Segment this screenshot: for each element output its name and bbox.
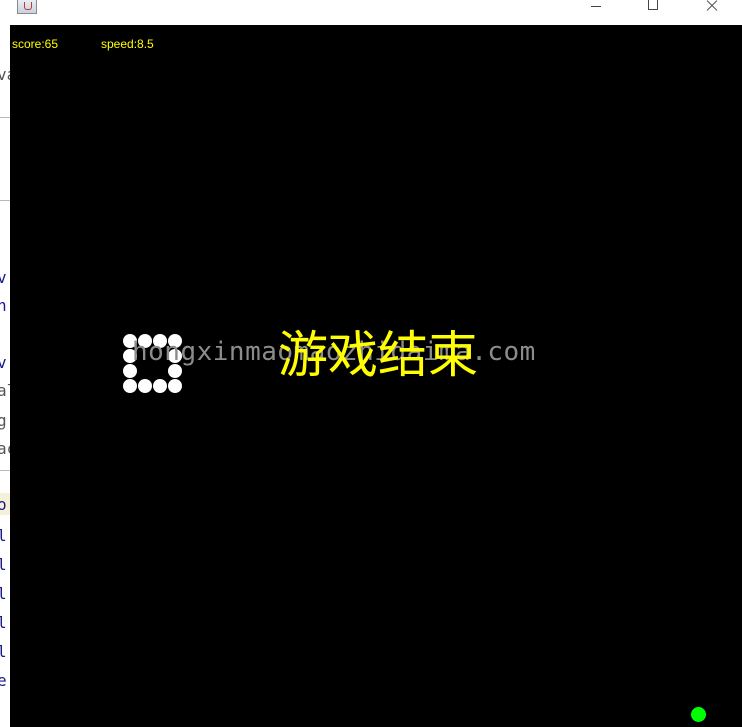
background-divider bbox=[0, 200, 10, 201]
background-text-fragment: e bbox=[0, 671, 7, 690]
background-text-fragment: n bbox=[0, 296, 7, 315]
background-text-fragment: al bbox=[0, 381, 10, 400]
title-bar[interactable] bbox=[0, 0, 742, 25]
game-canvas[interactable]: score:65 speed:8.5 hongxinmaomaozhidaima… bbox=[10, 25, 742, 727]
background-text-fragment: g bbox=[0, 411, 7, 430]
snake-segment bbox=[123, 379, 137, 393]
snake-segment bbox=[138, 379, 152, 393]
background-text-fragment: ac bbox=[0, 439, 10, 458]
background-text-fragment: l bbox=[0, 642, 7, 661]
background-text-fragment: l bbox=[0, 584, 7, 603]
snake-segment bbox=[168, 379, 182, 393]
background-text-fragment: l bbox=[0, 613, 7, 632]
game-over-text: 游戏结束 bbox=[278, 326, 478, 384]
snake-segment bbox=[153, 379, 167, 393]
background-text-fragment: va bbox=[0, 65, 10, 84]
background-text-fragment: v bbox=[0, 353, 7, 372]
minimize-button[interactable] bbox=[573, 0, 619, 14]
maximize-button[interactable] bbox=[630, 0, 676, 14]
background-window-strip: va v n v al g ac o l l l l l e bbox=[0, 25, 10, 727]
game-window: va v n v al g ac o l l l l l e score:65 … bbox=[0, 0, 742, 727]
background-divider bbox=[0, 470, 10, 471]
close-button[interactable] bbox=[688, 0, 734, 14]
food-pellet bbox=[691, 707, 706, 722]
background-text-fragment: o bbox=[0, 495, 7, 514]
background-divider bbox=[0, 117, 10, 118]
background-text-fragment: l bbox=[0, 555, 7, 574]
java-app-icon[interactable] bbox=[17, 0, 37, 14]
background-text-fragment: v bbox=[0, 268, 7, 287]
background-text-fragment: l bbox=[0, 526, 7, 545]
